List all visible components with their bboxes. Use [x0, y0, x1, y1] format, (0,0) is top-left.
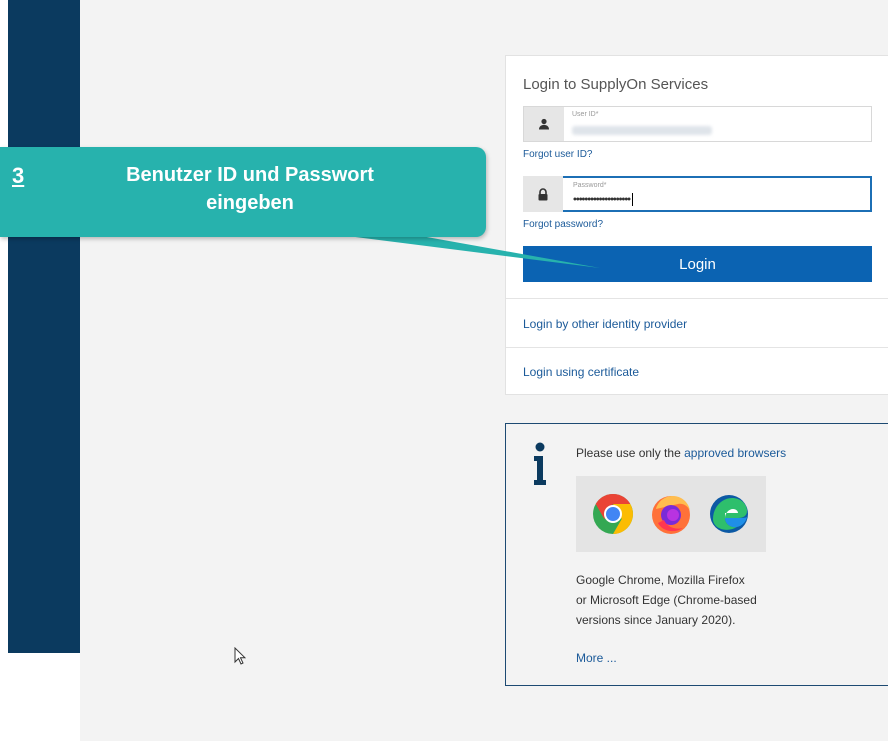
user-id-field[interactable]: User ID*	[523, 106, 872, 142]
password-value: ••••••••••••••••••••	[573, 193, 634, 206]
browser-logos-panel	[576, 476, 766, 552]
step-callout: 3 Benutzer ID und Passwort eingeben	[0, 147, 486, 237]
login-title: Login to SupplyOn Services	[523, 76, 709, 93]
forgot-user-id-link[interactable]: Forgot user ID?	[523, 149, 592, 160]
text-caret	[632, 193, 634, 206]
user-id-value-blurred	[572, 126, 712, 135]
chrome-icon	[593, 494, 633, 534]
browser-list: Google Chrome, Mozilla Firefox or Micros…	[576, 570, 757, 630]
browser-info-box: Please use only the approved browsers Go…	[505, 423, 888, 686]
approved-browsers-note: Please use only the approved browsers	[576, 446, 786, 460]
left-sidebar-bar	[8, 0, 80, 653]
lock-icon	[523, 176, 563, 212]
browser-list-line-3: versions since January 2020).	[576, 613, 736, 627]
info-icon	[534, 442, 546, 485]
user-icon	[524, 107, 564, 141]
login-button[interactable]: Login	[523, 246, 872, 282]
other-identity-provider-link[interactable]: Login by other identity provider	[523, 317, 687, 331]
user-id-label: User ID*	[572, 111, 599, 118]
password-label: Password*	[573, 182, 607, 189]
certificate-login-link[interactable]: Login using certificate	[523, 365, 639, 379]
password-dots: ••••••••••••••••••••	[573, 193, 631, 206]
divider-2	[506, 347, 888, 348]
browser-list-line-1: Google Chrome, Mozilla Firefox	[576, 573, 745, 587]
password-field[interactable]: Password* ••••••••••••••••••••	[523, 176, 872, 212]
browser-list-line-2: or Microsoft Edge (Chrome-based	[576, 593, 757, 607]
forgot-password-link[interactable]: Forgot password?	[523, 219, 603, 230]
note-prefix: Please use only the	[576, 446, 681, 460]
approved-browsers-link[interactable]: approved browsers	[684, 446, 786, 460]
step-number: 3	[12, 163, 25, 188]
login-card: Login to SupplyOn Services User ID* Forg…	[505, 55, 888, 395]
firefox-icon	[652, 496, 690, 534]
cursor-icon	[234, 647, 246, 665]
divider-1	[506, 298, 888, 299]
more-link[interactable]: More ...	[576, 651, 617, 665]
edge-icon	[710, 495, 748, 533]
step-instruction: Benutzer ID und Passwort eingeben	[126, 164, 374, 214]
